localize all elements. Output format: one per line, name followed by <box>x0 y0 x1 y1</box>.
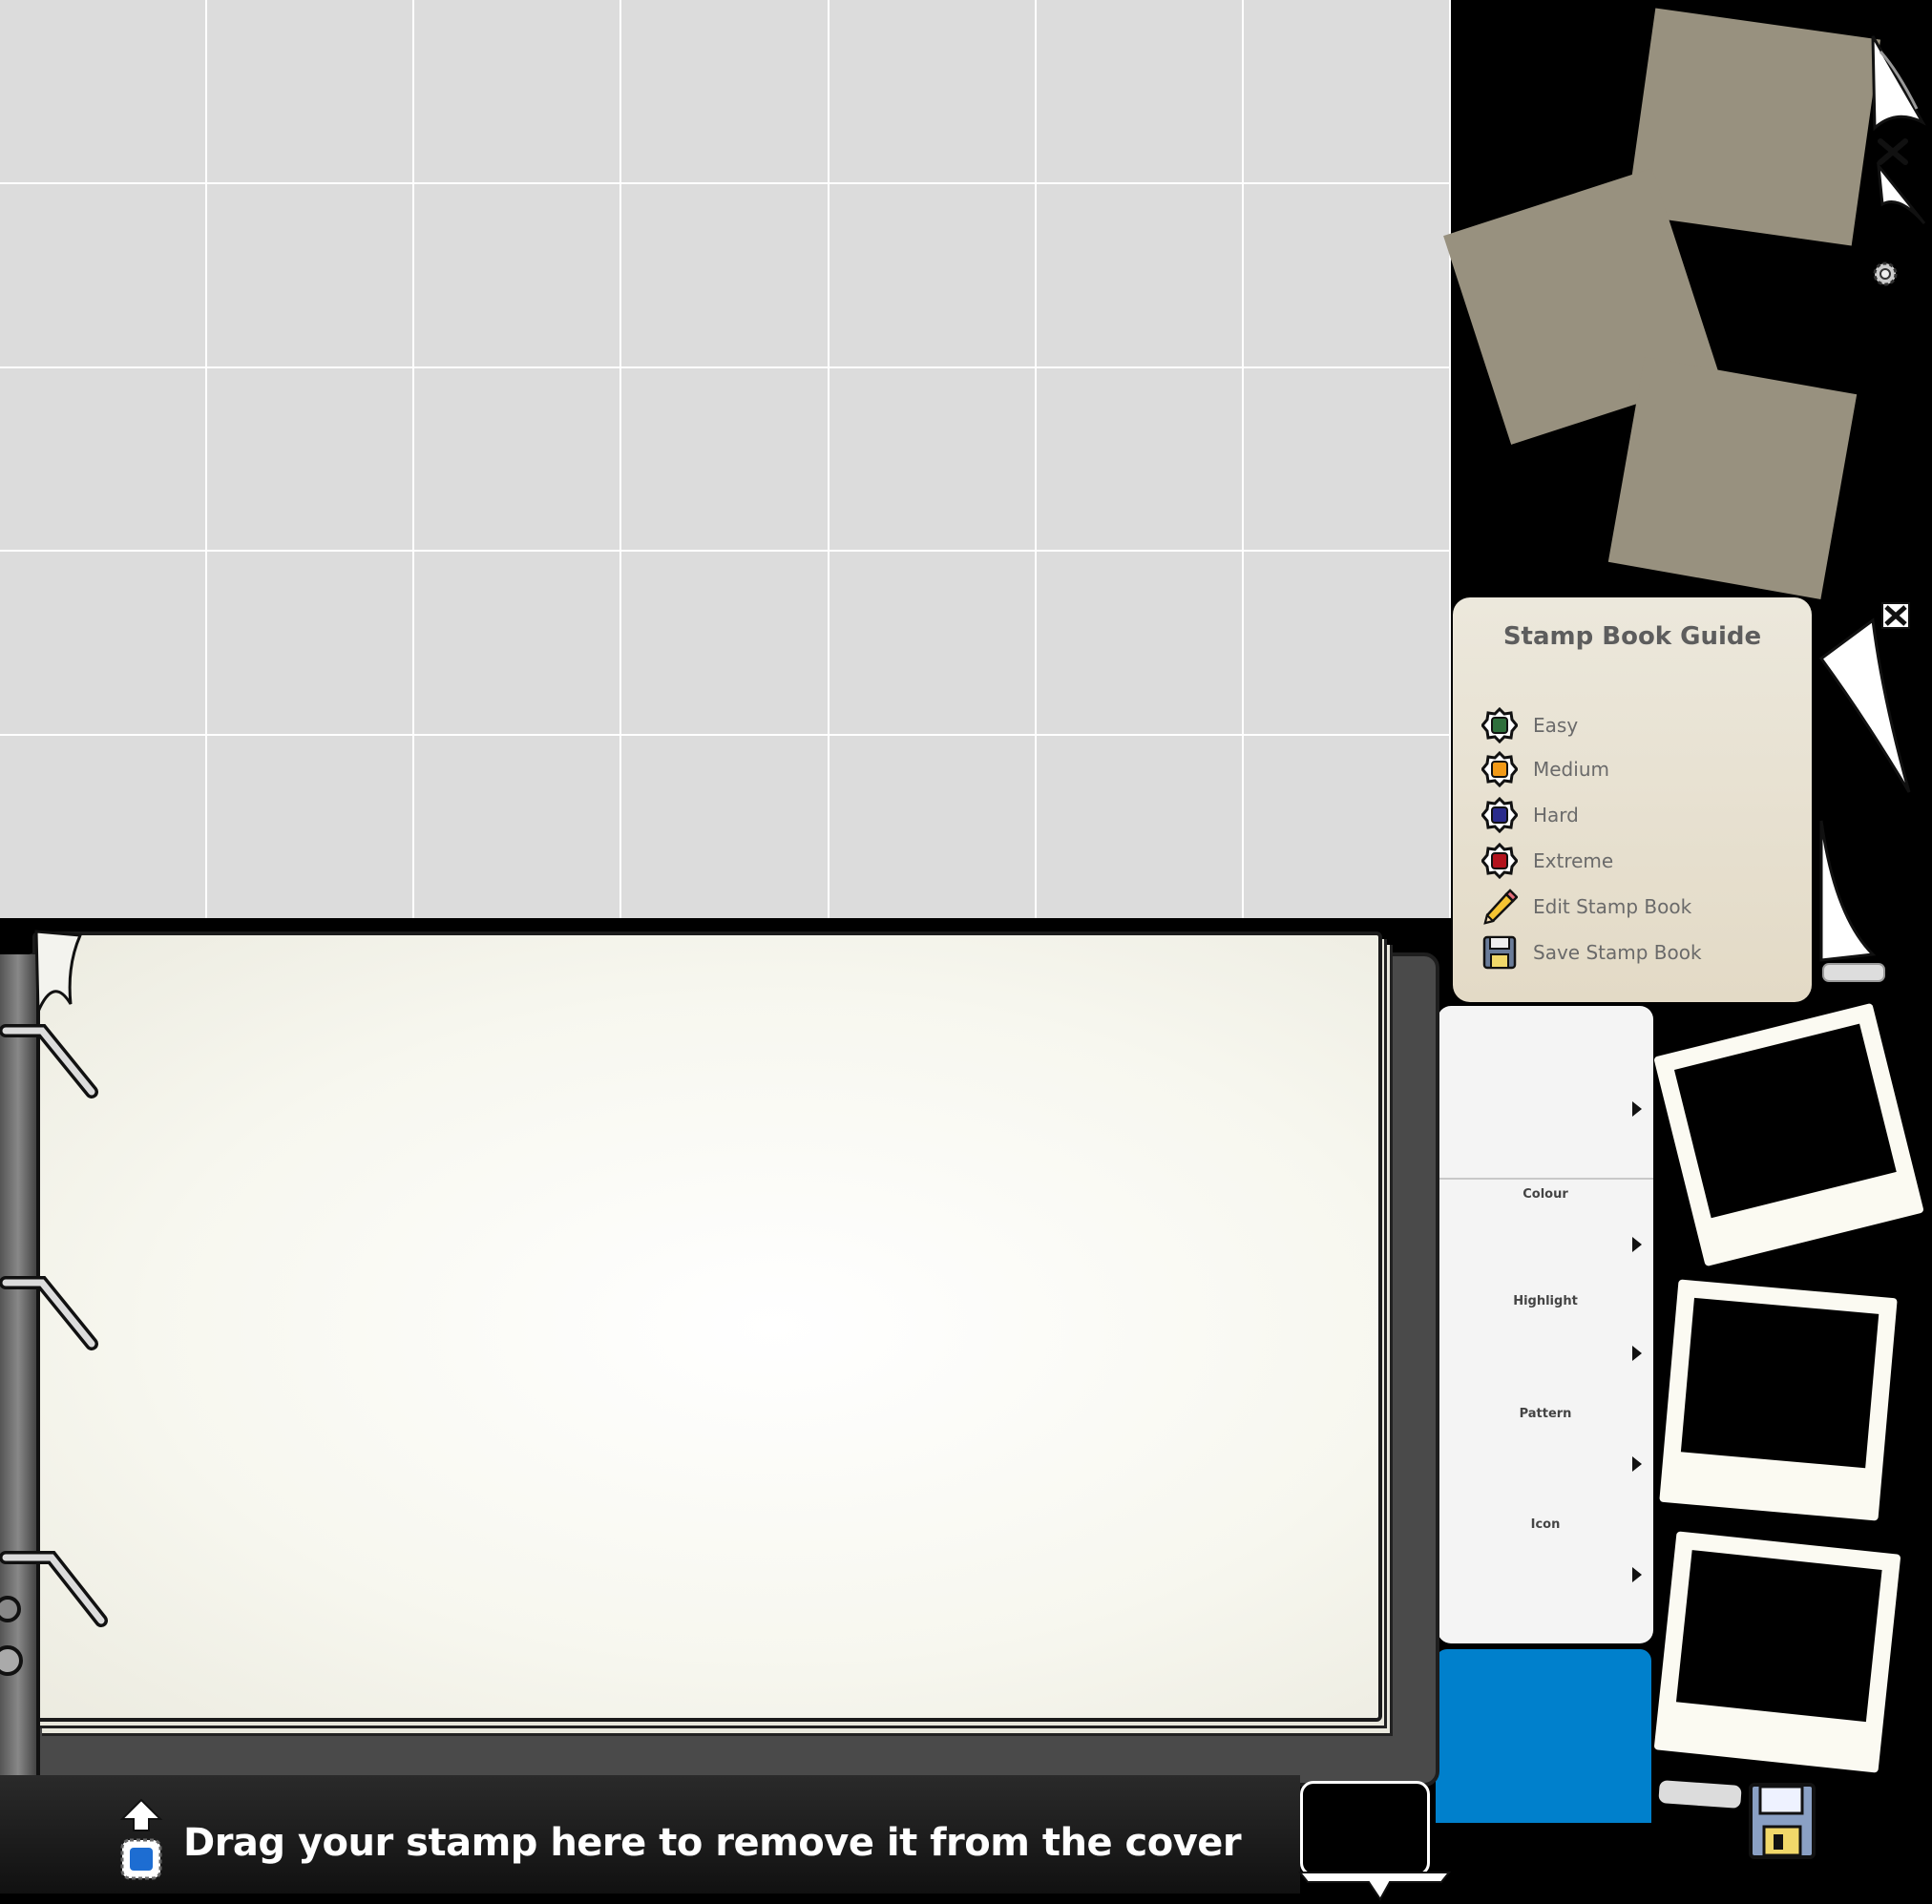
grid-slot[interactable] <box>1036 736 1242 918</box>
stamp-easy-icon <box>1480 706 1519 744</box>
drop-zone-label: Drag your stamp here to remove it from t… <box>183 1821 1242 1865</box>
grid-slot[interactable] <box>621 183 828 366</box>
tape-strip <box>1658 1780 1742 1809</box>
guide-item-medium[interactable]: Medium <box>1480 750 1609 788</box>
drag-arrow-icon <box>119 1798 163 1880</box>
floppy-disk-icon[interactable] <box>1747 1781 1817 1861</box>
grid-slot[interactable] <box>414 552 620 735</box>
grid-slot[interactable] <box>0 183 206 366</box>
grid-slot[interactable] <box>1036 183 1242 366</box>
stamp-book-page[interactable] <box>32 931 1382 1722</box>
grid-slot[interactable] <box>1243 552 1449 735</box>
setting-label-pattern: Pattern <box>1519 1407 1572 1421</box>
guide-item-extreme[interactable]: Extreme <box>1480 842 1614 880</box>
divider <box>1438 1178 1653 1180</box>
binder-rings <box>0 1024 108 1676</box>
grid-slot[interactable] <box>1036 367 1242 551</box>
grid-slot[interactable] <box>829 0 1035 182</box>
arrow-right-icon[interactable] <box>1632 1101 1642 1117</box>
stamp-extreme-icon <box>1480 842 1519 880</box>
pencil-icon <box>1481 889 1519 925</box>
grid-slot[interactable] <box>1243 183 1449 366</box>
grid-slot[interactable] <box>829 736 1035 918</box>
photo-frame <box>1659 1279 1898 1521</box>
page-curl-icon <box>1871 35 1926 224</box>
arrow-right-icon[interactable] <box>1632 1346 1642 1361</box>
guide-item-label: Medium <box>1533 758 1609 781</box>
grid-slot[interactable] <box>829 183 1035 366</box>
grid-slot[interactable] <box>207 0 413 182</box>
setting-label-icon: Icon <box>1530 1517 1561 1532</box>
arrow-right-icon[interactable] <box>1632 1237 1642 1252</box>
grid-slot[interactable] <box>621 736 828 918</box>
edit-stamp-book-button[interactable]: Edit Stamp Book <box>1481 888 1691 926</box>
guide-item-label: Hard <box>1533 804 1579 826</box>
grid-slot[interactable] <box>829 367 1035 551</box>
grid-slot[interactable] <box>621 0 828 182</box>
guide-item-hard[interactable]: Hard <box>1480 796 1579 834</box>
speech-tail-icon <box>1298 1872 1451 1901</box>
grid-slot[interactable] <box>414 367 620 551</box>
grid-slot[interactable] <box>0 367 206 551</box>
grid-slot[interactable] <box>207 367 413 551</box>
grid-slot[interactable] <box>1036 0 1242 182</box>
cover-settings-panel: Colour Highlight Pattern Icon <box>1438 1006 1653 1643</box>
close-icon[interactable] <box>1877 137 1909 166</box>
stamp-medium-icon <box>1480 750 1519 788</box>
arrow-right-icon[interactable] <box>1632 1456 1642 1472</box>
gear-icon[interactable] <box>1869 258 1901 290</box>
arrow-right-icon[interactable] <box>1632 1567 1642 1582</box>
grid-slot[interactable] <box>1243 736 1449 918</box>
guide-item-label: Extreme <box>1533 849 1614 872</box>
page-curl-icon <box>34 930 83 1013</box>
stamp-hard-icon <box>1480 796 1519 834</box>
guide-item-label: Save Stamp Book <box>1533 941 1702 964</box>
grid-slot[interactable] <box>0 0 206 182</box>
grid-slot[interactable] <box>0 552 206 735</box>
grid-slot[interactable] <box>1243 0 1449 182</box>
page-curl-icon <box>1818 602 1911 982</box>
grid-slot[interactable] <box>414 183 620 366</box>
save-stamp-book-button[interactable]: Save Stamp Book <box>1481 933 1702 972</box>
grid-slot[interactable] <box>621 367 828 551</box>
grid-slot[interactable] <box>0 736 206 918</box>
stamp-book-guide-panel: Stamp Book Guide Easy Medium Hard Extrem… <box>1453 597 1812 1002</box>
guide-item-label: Easy <box>1533 714 1579 737</box>
grid-slot[interactable] <box>207 183 413 366</box>
guide-item-easy[interactable]: Easy <box>1480 706 1579 744</box>
setting-label-highlight: Highlight <box>1513 1294 1578 1308</box>
preview-box <box>1300 1781 1430 1876</box>
grid-slot[interactable] <box>414 736 620 918</box>
setting-label-colour: Colour <box>1522 1187 1568 1202</box>
grid-slot[interactable] <box>621 552 828 735</box>
guide-item-label: Edit Stamp Book <box>1533 895 1692 918</box>
grid-slot[interactable] <box>414 0 620 182</box>
grid-slot[interactable] <box>207 736 413 918</box>
grid-slot[interactable] <box>829 552 1035 735</box>
paper-sheet <box>1607 357 1858 599</box>
photo-frame <box>1653 1531 1901 1773</box>
floppy-disk-icon <box>1481 934 1518 971</box>
photo-frame <box>1653 1002 1924 1267</box>
colour-swatch[interactable] <box>1436 1649 1651 1823</box>
remove-stamp-drop-zone[interactable]: Drag your stamp here to remove it from t… <box>0 1775 1300 1894</box>
stamp-grid <box>0 0 1451 918</box>
grid-slot[interactable] <box>1243 367 1449 551</box>
grid-slot[interactable] <box>1036 552 1242 735</box>
grid-slot[interactable] <box>207 552 413 735</box>
guide-title: Stamp Book Guide <box>1502 622 1762 651</box>
